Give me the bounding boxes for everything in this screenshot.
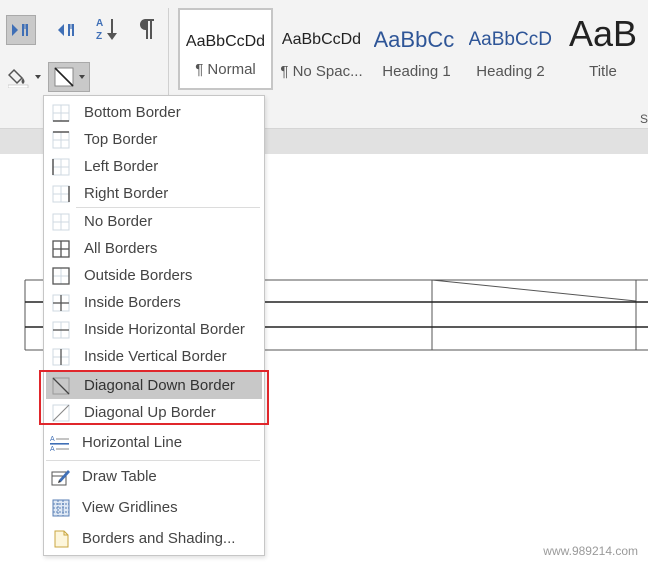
top-border-icon	[52, 131, 70, 149]
show-hide-marks-button[interactable]	[132, 14, 162, 44]
menu-item-left-border[interactable]: Left Border	[46, 153, 262, 180]
style-preview: AaB	[568, 13, 638, 54]
left-border-icon	[52, 158, 70, 176]
inside-borders-icon	[52, 294, 70, 312]
style-name: Heading 2	[476, 63, 545, 80]
svg-text:Z: Z	[96, 31, 102, 42]
style-heading-2[interactable]: AaBbCcD Heading 2	[465, 8, 556, 90]
pilcrow-icon	[139, 19, 154, 39]
no-border-icon	[52, 213, 70, 231]
menu-item-label: Horizontal Line	[82, 434, 183, 451]
style-normal[interactable]: AaBbCcDd ¶ Normal	[178, 8, 273, 90]
highlight-annotation-box	[39, 370, 269, 425]
outside-borders-icon	[52, 267, 70, 285]
all-borders-icon	[52, 240, 70, 258]
styles-group-label: S	[640, 112, 648, 126]
borders-menu: Bottom Border Top Border Left Border Rig…	[43, 95, 265, 556]
left-to-right-text-button[interactable]	[6, 15, 36, 45]
svg-text:A: A	[50, 436, 55, 443]
menu-item-label: Inside Horizontal Border	[84, 321, 245, 338]
style-name: ¶ No Spac...	[280, 63, 363, 80]
borders-dropdown-button[interactable]	[48, 62, 90, 92]
menu-item-label: Borders and Shading...	[82, 530, 236, 547]
right-to-left-text-button[interactable]	[52, 15, 82, 45]
menu-item-label: No Border	[84, 213, 153, 230]
shading-button[interactable]	[6, 62, 44, 92]
style-name: Heading 1	[382, 63, 451, 80]
style-preview: AaBbCcDd	[281, 31, 362, 48]
menu-item-label: All Borders	[84, 240, 158, 257]
style-preview: AaBbCcD	[468, 29, 552, 50]
menu-item-view-gridlines[interactable]: View Gridlines	[46, 494, 262, 521]
menu-item-label: Right Border	[84, 185, 169, 202]
watermark: www.989214.com	[543, 544, 638, 558]
left-to-right-icon	[12, 24, 28, 36]
menu-item-label: Left Border	[84, 158, 159, 175]
sort-button[interactable]: A Z	[92, 14, 122, 44]
style-heading-1[interactable]: AaBbCc Heading 1	[370, 8, 463, 90]
horizontal-line-icon: AA	[50, 436, 69, 452]
menu-item-top-border[interactable]: Top Border	[46, 126, 262, 153]
menu-item-bottom-border[interactable]: Bottom Border	[46, 99, 262, 126]
style-title[interactable]: AaB Title	[558, 8, 648, 90]
menu-item-label: Outside Borders	[84, 267, 193, 284]
menu-separator	[46, 460, 260, 461]
inside-horizontal-border-icon	[52, 321, 70, 339]
style-preview: AaBbCc	[373, 27, 455, 52]
menu-item-horizontal-line[interactable]: AA Horizontal Line	[46, 429, 262, 456]
style-preview: AaBbCcDd	[185, 33, 266, 50]
diagonal-down-border-icon	[54, 67, 85, 87]
right-to-left-icon	[58, 24, 74, 36]
view-gridlines-icon	[52, 499, 70, 517]
style-name: Title	[589, 63, 617, 80]
draw-table-icon	[51, 470, 70, 486]
menu-item-draw-table[interactable]: Draw Table	[46, 463, 262, 490]
menu-item-label: Inside Vertical Border	[84, 348, 227, 365]
menu-item-inside-horizontal-border[interactable]: Inside Horizontal Border	[46, 316, 262, 343]
svg-text:A: A	[50, 446, 55, 452]
right-border-icon	[52, 185, 70, 203]
menu-item-label: View Gridlines	[82, 499, 178, 516]
sort-az-icon: A Z	[96, 18, 117, 42]
menu-item-outside-borders[interactable]: Outside Borders	[46, 262, 262, 289]
menu-item-no-border[interactable]: No Border	[46, 208, 262, 235]
borders-and-shading-icon	[54, 530, 69, 548]
style-name: ¶ Normal	[195, 61, 256, 78]
menu-item-label: Top Border	[84, 131, 158, 148]
styles-gallery: AaBbCcDd ¶ Normal AaBbCcDd ¶ No Spac... …	[178, 8, 648, 90]
svg-text:A: A	[96, 18, 103, 29]
menu-item-inside-borders[interactable]: Inside Borders	[46, 289, 262, 316]
menu-item-label: Draw Table	[82, 468, 157, 485]
inside-vertical-border-icon	[52, 348, 70, 366]
paint-bucket-icon	[8, 68, 41, 88]
menu-item-inside-vertical-border[interactable]: Inside Vertical Border	[46, 343, 262, 370]
menu-item-all-borders[interactable]: All Borders	[46, 235, 262, 262]
bottom-border-icon	[52, 104, 70, 122]
menu-item-label: Bottom Border	[84, 104, 181, 121]
menu-item-label: Inside Borders	[84, 294, 181, 311]
menu-item-borders-and-shading[interactable]: Borders and Shading...	[46, 525, 262, 552]
style-no-spacing[interactable]: AaBbCcDd ¶ No Spac...	[275, 8, 368, 90]
menu-item-right-border[interactable]: Right Border	[46, 180, 262, 207]
